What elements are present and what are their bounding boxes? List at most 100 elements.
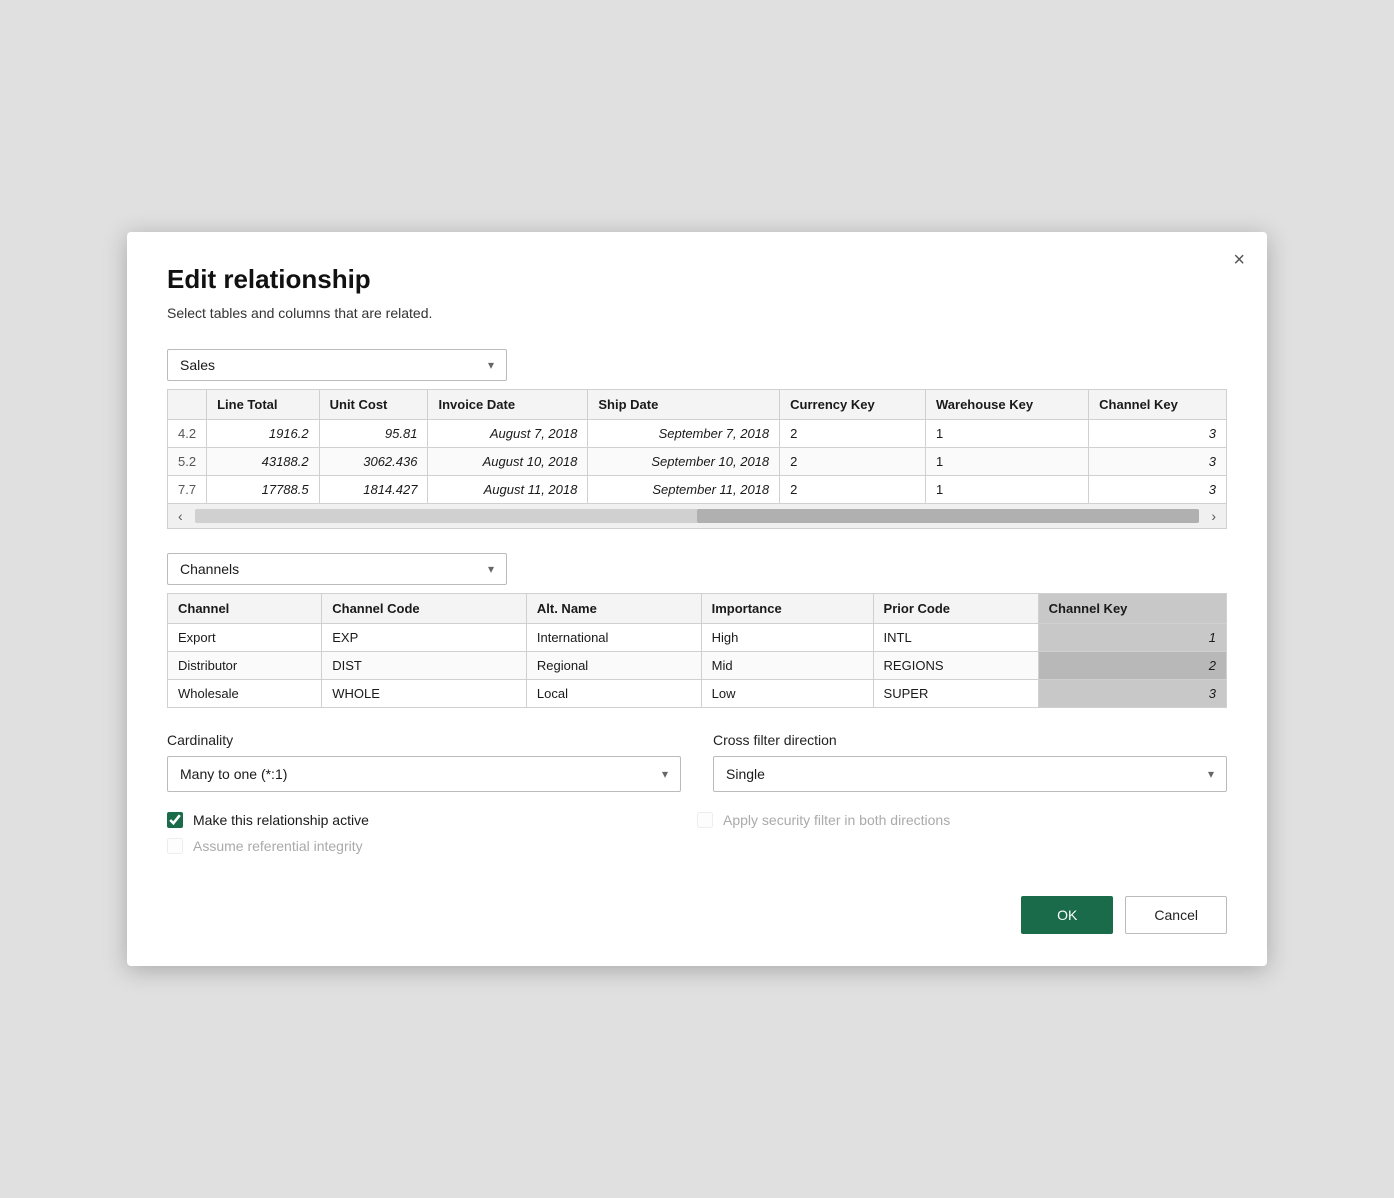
cell-alt-name: Regional <box>526 652 701 680</box>
table2-dropdown-value: Channels <box>180 561 239 577</box>
table2-col-channel-code: Channel Code <box>322 594 527 624</box>
cell-channel-code: EXP <box>322 624 527 652</box>
left-checks: Make this relationship active Assume ref… <box>167 812 697 864</box>
cell-warehouse-key: 1 <box>926 420 1089 448</box>
cell-alt-name: International <box>526 624 701 652</box>
table1-scroll-right[interactable]: › <box>1207 508 1220 524</box>
cell-channel-key: 3 <box>1089 448 1227 476</box>
cardinality-label: Cardinality <box>167 732 681 748</box>
cross-filter-arrow: ▾ <box>1208 767 1214 781</box>
table-row: 4.2 1916.2 95.81 August 7, 2018 Septembe… <box>168 420 1227 448</box>
cell-invoice-date: August 11, 2018 <box>428 476 588 504</box>
cell-id: 7.7 <box>168 476 207 504</box>
table2-header-row: Channel Channel Code Alt. Name Importanc… <box>168 594 1227 624</box>
table2-dropdown[interactable]: Channels ▾ <box>167 553 507 585</box>
table-row: 7.7 17788.5 1814.427 August 11, 2018 Sep… <box>168 476 1227 504</box>
table1-col-invoice-date: Invoice Date <box>428 390 588 420</box>
cell-unit-cost: 1814.427 <box>319 476 428 504</box>
bottom-section: Cardinality Many to one (*:1) ▾ Cross fi… <box>167 732 1227 792</box>
table1-section: Sales ▾ Line Total Unit Cost Invoice Dat… <box>167 349 1227 529</box>
table2-section: Channels ▾ Channel Channel Code Alt. Nam… <box>167 553 1227 708</box>
table2-col-channel: Channel <box>168 594 322 624</box>
table1-data-table: Line Total Unit Cost Invoice Date Ship D… <box>167 389 1227 504</box>
action-row: OK Cancel <box>167 880 1227 934</box>
cardinality-value: Many to one (*:1) <box>180 766 287 782</box>
table1-col-id <box>168 390 207 420</box>
cell-line-total: 17788.5 <box>207 476 320 504</box>
cell-importance: High <box>701 624 873 652</box>
checkbox1-input[interactable] <box>167 812 183 828</box>
table1-dropdown-value: Sales <box>180 357 215 373</box>
cell-id: 4.2 <box>168 420 207 448</box>
cell-currency-key: 2 <box>780 420 926 448</box>
table2-col-alt-name: Alt. Name <box>526 594 701 624</box>
cell-importance: Mid <box>701 652 873 680</box>
cross-filter-label: Cross filter direction <box>713 732 1227 748</box>
cardinality-dropdown[interactable]: Many to one (*:1) ▾ <box>167 756 681 792</box>
table1-scroll-track <box>195 509 1200 523</box>
checkboxes-section: Make this relationship active Assume ref… <box>167 812 1227 864</box>
table1-col-warehouse-key: Warehouse Key <box>926 390 1089 420</box>
checkbox2-row: Assume referential integrity <box>167 838 697 854</box>
checkbox2-input[interactable] <box>167 838 183 854</box>
table1-col-unit-cost: Unit Cost <box>319 390 428 420</box>
cell-ship-date: September 7, 2018 <box>588 420 780 448</box>
cross-filter-value: Single <box>726 766 765 782</box>
table1-dropdown-arrow: ▾ <box>488 358 494 372</box>
dialog-subtitle: Select tables and columns that are relat… <box>167 305 1227 321</box>
checkbox1-label[interactable]: Make this relationship active <box>193 812 369 828</box>
table1-col-ship-date: Ship Date <box>588 390 780 420</box>
table1-col-currency-key: Currency Key <box>780 390 926 420</box>
cell-currency-key: 2 <box>780 476 926 504</box>
table-row: 5.2 43188.2 3062.436 August 10, 2018 Sep… <box>168 448 1227 476</box>
table-row: Wholesale WHOLE Local Low SUPER 3 <box>168 680 1227 708</box>
cell-channel-key: 2 <box>1038 652 1226 680</box>
table-row: Export EXP International High INTL 1 <box>168 624 1227 652</box>
cell-alt-name: Local <box>526 680 701 708</box>
cell-line-total: 1916.2 <box>207 420 320 448</box>
cell-warehouse-key: 1 <box>926 476 1089 504</box>
close-button[interactable]: × <box>1233 250 1245 270</box>
cell-currency-key: 2 <box>780 448 926 476</box>
cell-channel-key: 1 <box>1038 624 1226 652</box>
checkbox3-input[interactable] <box>697 812 713 828</box>
table2-dropdown-arrow: ▾ <box>488 562 494 576</box>
table1-col-channel-key: Channel Key <box>1089 390 1227 420</box>
cell-channel-key: 3 <box>1038 680 1226 708</box>
table2-col-importance: Importance <box>701 594 873 624</box>
cell-importance: Low <box>701 680 873 708</box>
table1-dropdown[interactable]: Sales ▾ <box>167 349 507 381</box>
cell-prior-code: SUPER <box>873 680 1038 708</box>
cell-ship-date: September 11, 2018 <box>588 476 780 504</box>
cardinality-arrow: ▾ <box>662 767 668 781</box>
table1-scroll-thumb <box>697 509 1199 523</box>
cell-unit-cost: 95.81 <box>319 420 428 448</box>
cell-warehouse-key: 1 <box>926 448 1089 476</box>
table1-scroll-left[interactable]: ‹ <box>174 508 187 524</box>
cell-id: 5.2 <box>168 448 207 476</box>
table-row: Distributor DIST Regional Mid REGIONS 2 <box>168 652 1227 680</box>
cell-channel-code: DIST <box>322 652 527 680</box>
cell-invoice-date: August 7, 2018 <box>428 420 588 448</box>
table2-col-channel-key: Channel Key <box>1038 594 1226 624</box>
cell-prior-code: INTL <box>873 624 1038 652</box>
cell-channel: Distributor <box>168 652 322 680</box>
dialog-title: Edit relationship <box>167 264 1227 295</box>
cancel-button[interactable]: Cancel <box>1125 896 1227 934</box>
cell-channel-key: 3 <box>1089 476 1227 504</box>
cell-ship-date: September 10, 2018 <box>588 448 780 476</box>
table1-col-line-total: Line Total <box>207 390 320 420</box>
cross-filter-dropdown[interactable]: Single ▾ <box>713 756 1227 792</box>
cross-filter-group: Cross filter direction Single ▾ <box>713 732 1227 792</box>
cell-channel: Export <box>168 624 322 652</box>
cell-prior-code: REGIONS <box>873 652 1038 680</box>
ok-button[interactable]: OK <box>1021 896 1113 934</box>
table2-data-table: Channel Channel Code Alt. Name Importanc… <box>167 593 1227 708</box>
table1-header-row: Line Total Unit Cost Invoice Date Ship D… <box>168 390 1227 420</box>
cell-channel: Wholesale <box>168 680 322 708</box>
cell-line-total: 43188.2 <box>207 448 320 476</box>
right-checks: Apply security filter in both directions <box>697 812 1227 864</box>
table1-scrollbar[interactable]: ‹ › <box>167 504 1227 529</box>
cell-channel-code: WHOLE <box>322 680 527 708</box>
cell-channel-key: 3 <box>1089 420 1227 448</box>
